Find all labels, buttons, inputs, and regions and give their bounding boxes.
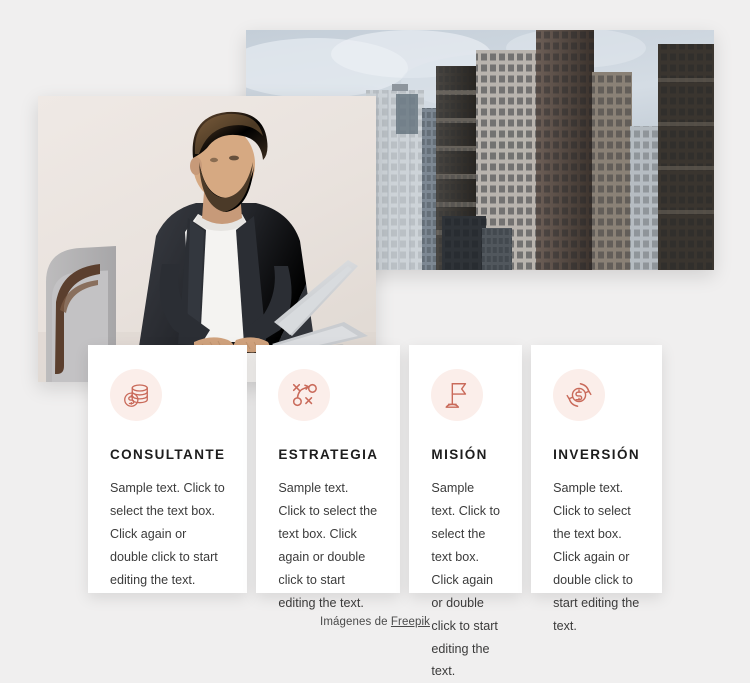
coins-stack-icon [110, 369, 162, 421]
card-title: CONSULTANTE [110, 447, 226, 462]
freepik-link[interactable]: Freepik [391, 616, 430, 628]
feature-cards-row: CONSULTANTE Sample text. Click to select… [88, 345, 662, 678]
strategy-playbook-icon [278, 369, 331, 421]
card-title: INVERSIÓN [553, 447, 640, 462]
image-credit: Imágenes de Freepik [0, 616, 750, 628]
card-title: MISIÓN [431, 447, 488, 462]
card-body: Sample text. Click to select the text bo… [110, 481, 225, 587]
feature-card-inversion[interactable]: INVERSIÓN Sample text. Click to select t… [531, 345, 662, 633]
feature-card-estrategia[interactable]: ESTRATEGIA Sample text. Click to select … [256, 345, 401, 610]
businessman-laptop-photo [38, 96, 376, 382]
page-canvas: CONSULTANTE Sample text. Click to select… [0, 0, 750, 678]
card-title: ESTRATEGIA [278, 447, 379, 462]
card-body: Sample text. Click to select the text bo… [278, 481, 378, 610]
flag-icon [431, 369, 484, 421]
feature-card-mision[interactable]: MISIÓN Sample text. Click to select the … [409, 345, 523, 678]
money-return-icon [553, 369, 606, 421]
card-body: Sample text. Click to select the text bo… [553, 481, 640, 633]
image-credit-prefix: Imágenes de [320, 616, 391, 628]
card-body: Sample text. Click to select the text bo… [431, 481, 501, 679]
feature-card-consultante[interactable]: CONSULTANTE Sample text. Click to select… [88, 345, 248, 593]
